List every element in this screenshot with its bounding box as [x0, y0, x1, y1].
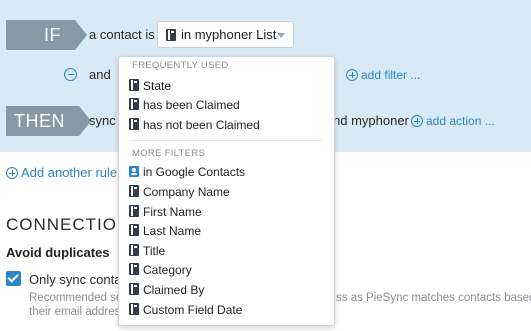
remove-filter-icon[interactable] [64, 68, 77, 81]
email-text: their email addres [29, 306, 121, 318]
chevron-down-icon [277, 33, 285, 38]
add-action-link[interactable]: add action ... [411, 114, 495, 128]
and-text: and [89, 67, 111, 82]
add-icon [411, 115, 423, 127]
condition-select[interactable]: in myphoner List [157, 21, 294, 48]
dropdown-item-label: Company Name [143, 185, 230, 199]
dropdown-item-label: Claimed By [143, 283, 205, 297]
add-icon [6, 167, 18, 179]
dropdown-item-claimed[interactable]: has been Claimed [119, 96, 334, 115]
dropdown-item-label: has not been Claimed [143, 118, 260, 132]
dropdown-item-category[interactable]: Category [119, 261, 334, 280]
dropdown-item-last-name[interactable]: Last Name [119, 222, 334, 241]
list-icon [129, 283, 139, 295]
dropdown-divider [131, 140, 322, 141]
list-icon [129, 263, 139, 275]
condition-select-value: in myphoner List [181, 27, 277, 42]
list-icon [129, 205, 139, 217]
add-filter-label: add filter ... [361, 68, 421, 82]
dropdown-item-label: Last Name [143, 224, 202, 238]
recommended-text-left: Recommended set [29, 292, 126, 304]
dropdown-item-first-name[interactable]: First Name [119, 203, 334, 222]
dropdown-item-state[interactable]: State [119, 77, 334, 96]
only-sync-label: Only sync contac [29, 272, 128, 287]
dropdown-item-company-name[interactable]: Company Name [119, 183, 334, 202]
more-filters-header: MORE FILTERS [132, 148, 206, 159]
then-tag: THEN [6, 106, 91, 136]
only-sync-checkbox[interactable] [6, 271, 21, 286]
list-icon [129, 303, 139, 315]
filter-dropdown: FREQUENTLY USED State has been Claimed h… [118, 56, 335, 326]
dropdown-item-google-contacts[interactable]: in Google Contacts [119, 163, 334, 182]
list-icon [166, 29, 176, 41]
connection-title: CONNECTION [6, 215, 131, 234]
dropdown-item-label: First Name [143, 205, 202, 219]
dropdown-item-label: Custom Field Date [143, 303, 243, 317]
dropdown-item-label: Category [143, 263, 192, 277]
list-icon [129, 185, 139, 197]
dropdown-item-custom-field-date[interactable]: Custom Field Date [119, 301, 334, 320]
list-icon [129, 98, 139, 110]
condition-text: a contact is [89, 27, 155, 42]
dropdown-item-label: in Google Contacts [143, 165, 246, 179]
dropdown-item-label: has been Claimed [143, 98, 240, 112]
frequently-used-header: FREQUENTLY USED [132, 60, 229, 71]
dropdown-item-label: Title [143, 244, 166, 258]
add-filter-link[interactable]: add filter ... [346, 68, 420, 82]
add-rule-label: Add another rule . [21, 165, 125, 180]
recommended-text-right: ss as PieSync matches contacts based on [336, 292, 531, 304]
contact-icon [129, 166, 139, 177]
list-icon [129, 224, 139, 236]
add-icon [346, 69, 358, 81]
dropdown-item-claimed-by[interactable]: Claimed By [119, 281, 334, 300]
avoid-duplicates-heading: Avoid duplicates [6, 245, 110, 260]
add-action-label: add action ... [426, 114, 495, 128]
add-rule-link[interactable]: Add another rule . [6, 165, 124, 180]
dropdown-item-not-claimed[interactable]: has not been Claimed [119, 116, 334, 135]
list-icon [129, 244, 139, 256]
if-tag: IF [6, 20, 87, 50]
dropdown-item-title[interactable]: Title [119, 242, 334, 261]
list-icon [129, 118, 139, 130]
list-icon [129, 79, 139, 91]
dropdown-item-label: State [143, 79, 172, 93]
action-text-right: nd myphoner [333, 113, 409, 128]
